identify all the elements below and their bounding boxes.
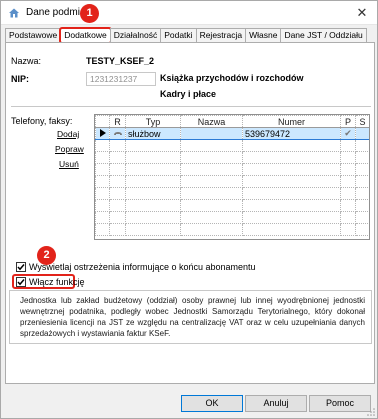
add-phone-link[interactable]: Dodaj: [57, 129, 79, 139]
dialog-window: Dane podmi ✕ 1 Podstawowe Dodatkowe Dzia…: [0, 0, 378, 419]
phones-table[interactable]: R Typ Nazwa Numer P S służbow 539679472 …: [94, 114, 370, 240]
primary-check-icon[interactable]: ✔: [340, 127, 356, 140]
cancel-button[interactable]: Anuluj: [245, 395, 307, 412]
checkmark-icon: [17, 264, 25, 271]
name-label: Nazwa:: [11, 56, 42, 66]
tab-dane-jst[interactable]: Dane JST / Oddziału: [280, 28, 367, 43]
tab-podstawowe[interactable]: Podstawowe: [5, 28, 62, 43]
tab-panel: Nazwa: TESTY_KSEF_2 NIP: 1231231237 Ksią…: [5, 42, 375, 384]
name-value: TESTY_KSEF_2: [86, 56, 155, 66]
table-row: [95, 151, 369, 164]
ok-button[interactable]: OK: [181, 395, 243, 412]
row-indicator-header: [95, 115, 110, 128]
table-row: [95, 163, 369, 176]
row-pointer-icon: [95, 127, 110, 140]
column-header-r[interactable]: R: [109, 115, 126, 128]
enable-option[interactable]: Włącz funkcję: [16, 277, 85, 287]
tab-dzialalnosc[interactable]: Działalność: [109, 28, 162, 43]
enable-checkbox[interactable]: [16, 277, 26, 287]
warnings-label: Wyświetlaj ostrzeżenia informujące o koń…: [29, 262, 256, 272]
phone-number-cell[interactable]: 539679472: [242, 127, 341, 140]
table-row: [95, 175, 369, 188]
window-title: Dane podmi: [26, 7, 80, 18]
tab-rejestracja[interactable]: Rejestracja: [195, 28, 247, 43]
table-row[interactable]: służbow 539679472 ✔: [95, 127, 369, 140]
warnings-checkbox[interactable]: [16, 262, 26, 272]
resize-grip-icon[interactable]: [367, 408, 375, 416]
phone-type-cell[interactable]: służbow: [125, 127, 181, 140]
app-icon: [9, 8, 19, 18]
nip-field[interactable]: 1231231237: [86, 72, 156, 86]
column-header-numer[interactable]: Numer: [242, 115, 341, 128]
table-row: [95, 139, 369, 152]
enable-label: Włącz funkcję: [29, 277, 85, 287]
callout-badge-1: 1: [80, 4, 99, 23]
column-header-s[interactable]: S: [355, 115, 369, 128]
table-row: [95, 187, 369, 200]
column-header-nazwa[interactable]: Nazwa: [180, 115, 243, 128]
column-header-p[interactable]: P: [340, 115, 356, 128]
help-button[interactable]: Pomoc: [309, 395, 371, 412]
tab-podatki[interactable]: Podatki: [160, 28, 197, 43]
callout-badge-2: 2: [37, 246, 56, 265]
book-type-text: Książka przychodów i rozchodów: [160, 73, 304, 83]
table-row: [95, 199, 369, 212]
warnings-option[interactable]: Wyświetlaj ostrzeżenia informujące o koń…: [16, 262, 256, 272]
delete-phone-link[interactable]: Usuń: [59, 159, 79, 169]
payroll-text: Kadry i płace: [160, 89, 217, 99]
table-row: [95, 223, 369, 236]
tab-bar: Podstawowe Dodatkowe Działalność Podatki…: [5, 27, 375, 44]
title-bar: Dane podmi ✕: [1, 1, 377, 25]
description-text: Jednostka lub zakład budżetowy (oddział)…: [20, 296, 365, 338]
divider: [11, 106, 371, 107]
phone-name-cell[interactable]: [180, 127, 243, 140]
column-header-typ[interactable]: Typ: [125, 115, 181, 128]
tab-dodatkowe[interactable]: Dodatkowe: [59, 27, 112, 44]
table-row: [95, 211, 369, 224]
phone-icon: [109, 127, 126, 140]
s-cell[interactable]: [355, 127, 369, 140]
checkmark-icon: [17, 279, 25, 286]
tab-wlasne[interactable]: Własne: [245, 28, 282, 43]
phones-label: Telefony, faksy:: [11, 116, 73, 126]
table-header-row: R Typ Nazwa Numer P S: [95, 115, 369, 128]
description-box: Jednostka lub zakład budżetowy (oddział)…: [9, 290, 372, 344]
nip-label: NIP:: [11, 74, 29, 84]
edit-phone-link[interactable]: Popraw: [55, 144, 84, 154]
close-icon[interactable]: ✕: [355, 5, 369, 21]
